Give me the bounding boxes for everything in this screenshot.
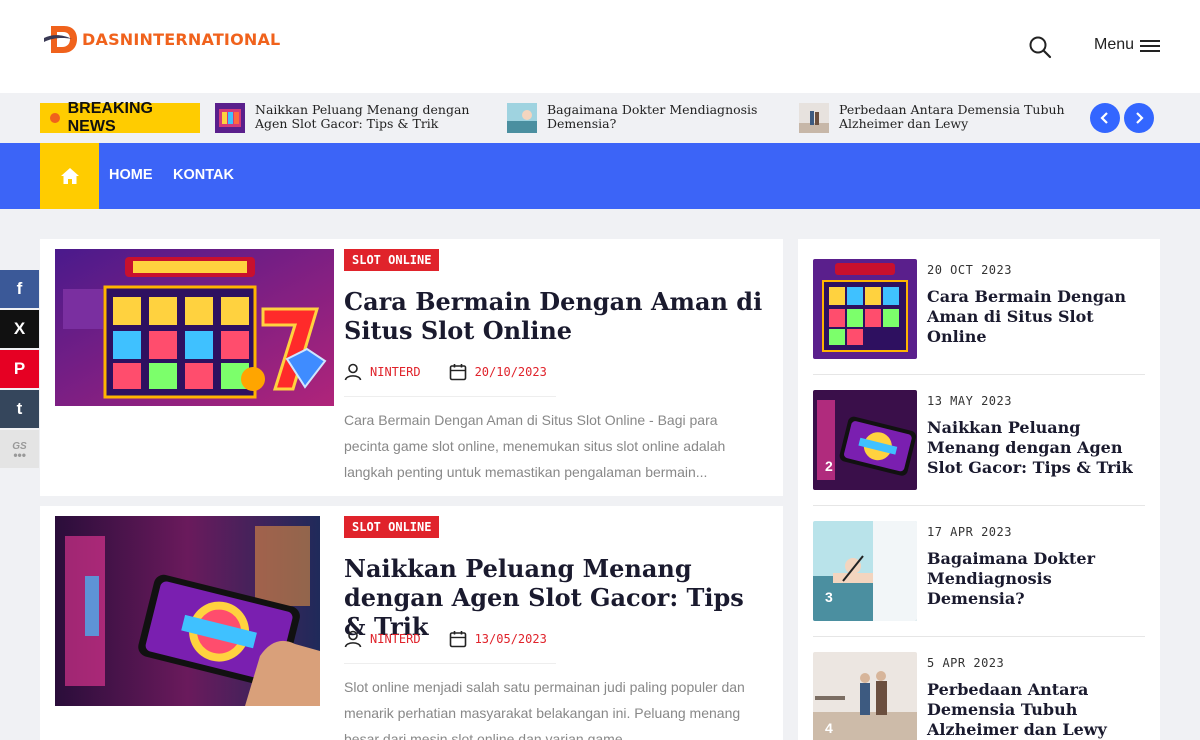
post-thumbnail-slot-icon[interactable]	[55, 249, 334, 406]
post-card: SLOT ONLINE Naikkan Peluang Menang denga…	[40, 506, 783, 740]
elderly-thumbnail-icon	[799, 103, 829, 133]
post-date: 13/05/2023	[474, 632, 547, 646]
sidebar-divider	[813, 636, 1145, 637]
menu-button[interactable]: Menu	[1094, 36, 1161, 54]
site-logo[interactable]: DASNINTERNATIONAL	[42, 22, 280, 56]
breaking-item-title: Perbedaan Antara Demensia Tubuh Alzheime…	[839, 102, 1065, 131]
tumblr-icon: t	[16, 399, 23, 418]
post-excerpt: Cara Bermain Dengan Aman di Situs Slot O…	[344, 412, 726, 480]
more-share-button[interactable]: GS •••	[0, 430, 39, 468]
main-nav: HOME KONTAK	[0, 143, 1200, 209]
facebook-share-button[interactable]: f	[0, 270, 39, 308]
sidebar-post-item[interactable]: 2 13 MAY 2023 Naikkan Peluang Menang den…	[813, 390, 1145, 490]
sidebar-post-item[interactable]: 4 5 APR 2023 Perbedaan Antara Demensia T…	[813, 652, 1145, 740]
live-dot-icon	[50, 113, 60, 123]
home-icon-button[interactable]	[40, 143, 99, 209]
sidebar-divider	[813, 374, 1145, 375]
rank-number: 2	[825, 458, 833, 474]
breaking-news-label: BREAKING NEWS	[40, 100, 200, 135]
sidebar-post-date: 13 MAY 2023	[927, 394, 1012, 408]
post-title[interactable]: Cara Bermain Dengan Aman di Situs Slot O…	[344, 287, 764, 345]
search-icon[interactable]	[1028, 35, 1052, 59]
chevron-left-icon	[1100, 112, 1108, 124]
tumblr-share-button[interactable]: t	[0, 390, 39, 428]
sidebar-thumb-jackpot-icon	[813, 390, 917, 490]
breaking-news-bar: BREAKING NEWS Naikkan Peluang Menang den…	[0, 93, 1200, 143]
calendar-icon	[449, 364, 466, 381]
post-author[interactable]: NINTERD	[370, 365, 421, 379]
calendar-icon	[449, 631, 466, 648]
sidebar-post-item[interactable]: 20 OCT 2023 Cara Bermain Dengan Aman di …	[813, 259, 1145, 359]
sidebar-divider	[813, 505, 1145, 506]
sidebar-recent-posts: 20 OCT 2023 Cara Bermain Dengan Aman di …	[798, 239, 1160, 740]
sidebar-thumb-slot-icon	[813, 259, 917, 359]
sidebar-post-date: 5 APR 2023	[927, 656, 1005, 670]
nav-kontak[interactable]: KONTAK	[173, 167, 234, 183]
home-icon	[60, 168, 79, 184]
meta-divider	[344, 396, 556, 397]
breaking-item-title: Naikkan Peluang Menang dengan Agen Slot …	[255, 102, 470, 131]
post-card: SLOT ONLINE Cara Bermain Dengan Aman di …	[40, 239, 783, 496]
next-button[interactable]	[1124, 103, 1154, 133]
pinterest-share-button[interactable]: P	[0, 350, 39, 388]
prev-button[interactable]	[1090, 103, 1120, 133]
post-date: 20/10/2023	[474, 365, 547, 379]
sidebar-thumb-doctor-icon	[813, 521, 917, 621]
hamburger-icon	[1140, 38, 1161, 52]
rank-number: 3	[825, 589, 833, 605]
logo-text: DASNINTERNATIONAL	[82, 29, 281, 49]
more-dots-icon: •••	[13, 447, 26, 462]
post-meta: NINTERD 20/10/2023	[344, 363, 575, 381]
breaking-item-title: Bagaimana Dokter Mendiagnosis Demensia?	[547, 102, 758, 131]
sidebar-post-title[interactable]: Cara Bermain Dengan Aman di Situs Slot O…	[927, 287, 1142, 347]
x-icon: X	[13, 319, 26, 338]
post-thumbnail-jackpot-icon[interactable]	[55, 516, 320, 706]
pinterest-icon: P	[13, 359, 26, 378]
breaking-news-text: BREAKING NEWS	[67, 100, 153, 135]
category-badge[interactable]: SLOT ONLINE	[344, 516, 440, 538]
site-header: DASNINTERNATIONAL Menu	[0, 0, 1200, 93]
breaking-item[interactable]: Bagaimana Dokter Mendiagnosis Demensia?	[507, 103, 787, 133]
sidebar-post-title[interactable]: Bagaimana Dokter Mendiagnosis Demensia?	[927, 549, 1142, 609]
post-meta: NINTERD 13/05/2023	[344, 630, 575, 648]
sidebar-post-title[interactable]: Naikkan Peluang Menang dengan Agen Slot …	[927, 418, 1142, 478]
category-badge[interactable]: SLOT ONLINE	[344, 249, 440, 271]
chevron-right-icon	[1136, 112, 1144, 124]
breaking-item[interactable]: Perbedaan Antara Demensia Tubuh Alzheime…	[799, 103, 1079, 133]
facebook-icon: f	[16, 279, 23, 298]
sidebar-post-title[interactable]: Perbedaan Antara Demensia Tubuh Alzheime…	[927, 680, 1142, 740]
post-excerpt: Slot online menjadi salah satu permainan…	[344, 679, 745, 740]
logo-icon	[44, 26, 77, 53]
breaking-item[interactable]: Naikkan Peluang Menang dengan Agen Slot …	[215, 103, 495, 133]
user-icon	[344, 630, 362, 648]
meta-divider	[344, 663, 556, 664]
menu-label: Menu	[1094, 36, 1135, 53]
clinic-thumbnail-icon	[507, 103, 537, 133]
sidebar-post-date: 20 OCT 2023	[927, 263, 1012, 277]
rank-number: 4	[825, 720, 833, 736]
post-author[interactable]: NINTERD	[370, 632, 421, 646]
slot-thumbnail-icon	[215, 103, 245, 133]
sidebar-post-date: 17 APR 2023	[927, 525, 1012, 539]
x-share-button[interactable]: X	[0, 310, 39, 348]
post-title[interactable]: Naikkan Peluang Menang dengan Agen Slot …	[344, 554, 764, 641]
nav-home[interactable]: HOME	[109, 167, 153, 183]
user-icon	[344, 363, 362, 381]
sidebar-post-item[interactable]: 3 17 APR 2023 Bagaimana Dokter Mendiagno…	[813, 521, 1145, 621]
